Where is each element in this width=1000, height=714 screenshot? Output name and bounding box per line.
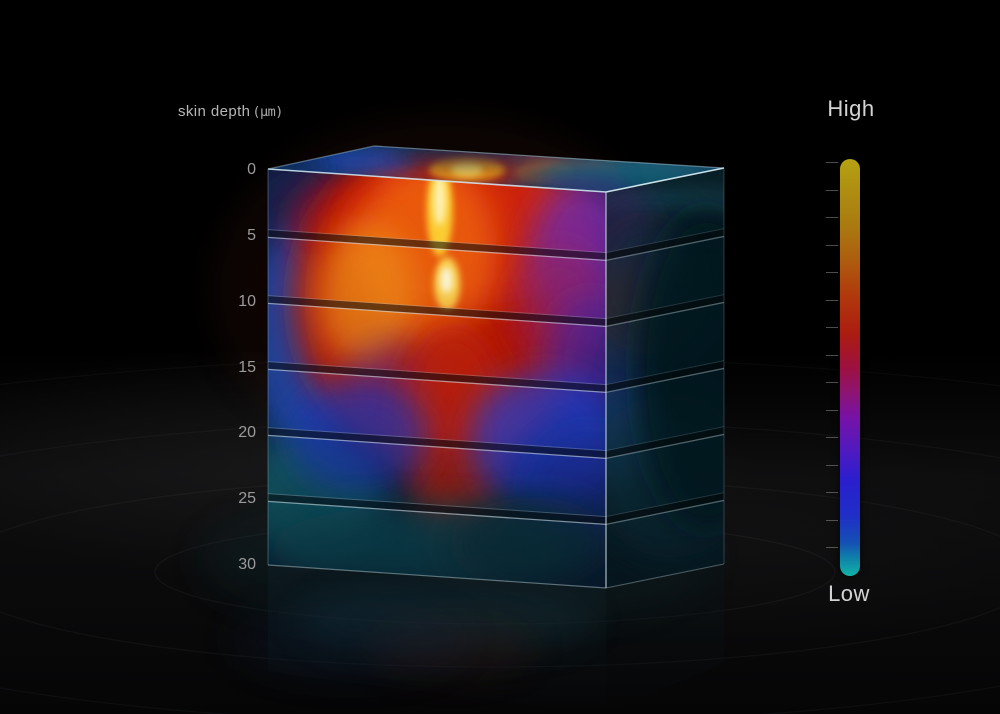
colorbar-low-label: Low	[806, 581, 892, 607]
figure-canvas: skin depth(μm) 051015202530 High Low	[0, 0, 1000, 714]
depth-tick-label: 15	[156, 357, 256, 379]
colorbar-tick	[826, 465, 838, 466]
colorbar-tick	[826, 327, 838, 328]
depth-tick-label: 20	[156, 422, 256, 444]
colorbar-tick	[826, 520, 838, 521]
reflection-smudge	[230, 600, 470, 680]
depth-tick-label: 30	[156, 554, 256, 576]
colorbar-tick	[826, 162, 838, 163]
front-face	[233, 135, 645, 590]
depth-tick-label: 25	[156, 488, 256, 510]
depth-tick-label: 10	[156, 291, 256, 313]
colorbar-tick	[826, 300, 838, 301]
colorbar-tick	[826, 355, 838, 356]
colorbar-tick	[826, 547, 838, 548]
colorbar-tick	[826, 217, 838, 218]
colorbar-tick	[826, 492, 838, 493]
depth-axis-ticks: 0 5 10 15 20 25 30	[156, 0, 256, 714]
colorbar-ticks	[826, 159, 838, 576]
depth-tick-label: 0	[156, 159, 256, 181]
colorbar-gradient-bar	[840, 159, 860, 576]
floor-reflection	[230, 564, 724, 714]
colorbar-tick	[826, 272, 838, 273]
colorbar-high-label: High	[806, 96, 896, 122]
colorbar-tick	[826, 190, 838, 191]
depth-axis-unit: (μm)	[252, 104, 283, 120]
colorbar-tick	[826, 410, 838, 411]
colorbar-tick	[826, 437, 838, 438]
colorbar-tick	[826, 382, 838, 383]
colorbar-tick	[826, 245, 838, 246]
depth-tick-label: 5	[156, 225, 256, 247]
